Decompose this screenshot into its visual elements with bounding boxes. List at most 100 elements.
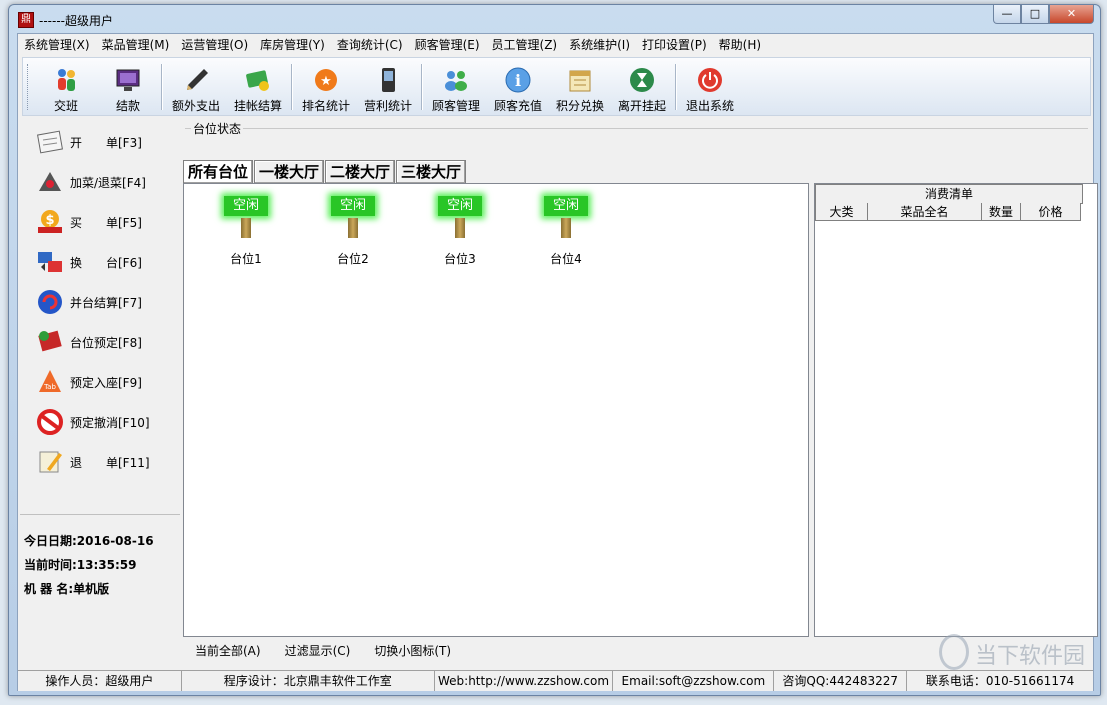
col-category[interactable]: 大类 <box>815 203 868 221</box>
add-remove-dish-button[interactable]: 加菜/退菜[F4] <box>20 162 180 202</box>
today-date: 今日日期:2016-08-16 <box>24 534 154 548</box>
reserve-table-button[interactable]: 台位预定[F8] <box>20 322 180 362</box>
tab-second-floor[interactable]: 二楼大厅 <box>325 160 396 183</box>
app-window: 鼎 ------超级用户 — □ ✕ 系统管理(X) 菜品管理(M) 运营管理(… <box>8 4 1101 696</box>
title-bar[interactable]: 鼎 ------超级用户 — □ ✕ <box>9 5 1100 33</box>
close-button[interactable]: ✕ <box>1049 5 1094 24</box>
side-item-label: 开 单[F3] <box>70 135 142 150</box>
status-web: Web:http://www.zzshow.com <box>435 671 614 691</box>
menu-warehouse[interactable]: 库房管理(Y) <box>254 34 331 56</box>
table-label: 台位1 <box>230 252 262 266</box>
tab-first-floor[interactable]: 一楼大厅 <box>254 160 325 183</box>
menu-dishes[interactable]: 菜品管理(M) <box>96 34 176 56</box>
side-item-label: 换 台[F6] <box>70 255 142 270</box>
toolbar-label: 结款 <box>115 98 140 113</box>
col-price[interactable]: 价格 <box>1021 203 1081 221</box>
toolbar-label: 顾客管理 <box>431 98 480 113</box>
menu-customers[interactable]: 顾客管理(E) <box>409 34 486 56</box>
merge-settle-button[interactable]: 并台结算[F7] <box>20 282 180 322</box>
people-icon <box>52 66 80 94</box>
customer-management-button[interactable]: 顾客管理 <box>425 60 487 114</box>
table-tile-2[interactable]: 空闲 台位2 <box>313 192 393 268</box>
profit-stats-button[interactable]: 营利统计 <box>357 60 419 114</box>
card-icon <box>244 66 272 94</box>
bill-header: 大类 菜品全名 数量 价格 <box>815 203 1081 221</box>
tab-all-tables[interactable]: 所有台位 <box>183 160 254 183</box>
table-tile-3[interactable]: 空闲 台位3 <box>420 192 500 268</box>
pyramid-icon <box>34 166 66 198</box>
toolbar-label: 离开挂起 <box>617 98 666 113</box>
side-item-label: 加菜/退菜[F4] <box>70 175 146 190</box>
col-dish-name[interactable]: 菜品全名 <box>868 203 982 221</box>
toolbar-label: 排名统计 <box>301 98 350 113</box>
credit-settle-button[interactable]: 挂帐结算 <box>227 60 289 114</box>
status-qq: 咨询QQ:442483227 <box>774 671 908 691</box>
extra-expense-button[interactable]: 额外支出 <box>165 60 227 114</box>
tab-third-floor[interactable]: 三楼大厅 <box>396 160 467 183</box>
main-area: 台位状态 所有台位 一楼大厅 二楼大厅 三楼大厅 空闲 台位1 空闲 台位2 空… <box>183 116 1098 688</box>
pda-icon <box>374 66 402 94</box>
side-item-label: 预定入座[F9] <box>70 375 142 390</box>
points-redeem-button[interactable]: 积分兑换 <box>549 60 611 114</box>
menu-operations[interactable]: 运营管理(O) <box>175 34 254 56</box>
status-bar: 操作人员：超级用户 程序设计：北京鼎丰软件工作室 Web:http://www.… <box>18 670 1093 691</box>
side-item-label: 并台结算[F7] <box>70 295 142 310</box>
status-sign: 空闲 <box>438 196 482 216</box>
toggle-small-icons-button[interactable]: 切换小图标(T) <box>362 642 463 659</box>
info-panel: 今日日期:2016-08-16 当前时间:13:35:59 机 器 名:单机版 <box>20 514 180 633</box>
table-tile-4[interactable]: 空闲 台位4 <box>526 192 606 268</box>
menu-staff[interactable]: 员工管理(Z) <box>486 34 564 56</box>
book-icon <box>34 326 66 358</box>
away-suspend-button[interactable]: 离开挂起 <box>611 60 673 114</box>
side-item-label: 退 单[F11] <box>70 455 150 470</box>
toolbar-label: 积分兑换 <box>555 98 604 113</box>
bill-title: 消费清单 <box>815 184 1083 204</box>
minimize-button[interactable]: — <box>993 5 1021 24</box>
side-item-label: 台位预定[F8] <box>70 335 142 350</box>
menu-print[interactable]: 打印设置(P) <box>636 34 713 56</box>
toolbar-label: 额外支出 <box>171 98 220 113</box>
toolbar-label: 挂帐结算 <box>233 98 282 113</box>
menu-help[interactable]: 帮助(H) <box>713 34 767 56</box>
side-menu: 开 单[F3] 加菜/退菜[F4] $ 买 单[F5] 换 台[F6] 并台结算… <box>20 122 180 510</box>
settle-payment-button[interactable]: 结款 <box>97 60 159 114</box>
app-logo-icon: 鼎 <box>18 12 34 28</box>
refresh-icon <box>34 286 66 318</box>
status-designer: 程序设计：北京鼎丰软件工作室 <box>182 671 435 691</box>
menu-query[interactable]: 查询统计(C) <box>331 34 409 56</box>
watermark: 当下软件园 <box>939 632 1089 672</box>
menu-system[interactable]: 系统管理(X) <box>18 34 96 56</box>
toolbar-label: 顾客充值 <box>493 98 542 113</box>
svg-text:★: ★ <box>320 74 332 89</box>
change-table-button[interactable]: 换 台[F6] <box>20 242 180 282</box>
customer-topup-button[interactable]: i 顾客充值 <box>487 60 549 114</box>
paper-icon <box>34 126 66 158</box>
status-operator: 操作人员：超级用户 <box>18 671 182 691</box>
svg-text:Tab: Tab <box>43 383 56 391</box>
toolbar-grip[interactable] <box>27 63 31 110</box>
cancel-reservation-button[interactable]: 预定撤消[F10] <box>20 402 180 442</box>
toolbar-label: 交班 <box>53 98 78 113</box>
info-icon: i <box>504 66 532 94</box>
watermark-logo-icon <box>939 634 969 670</box>
ranking-icon: ★ <box>312 66 340 94</box>
open-order-button[interactable]: 开 单[F3] <box>20 122 180 162</box>
show-all-button[interactable]: 当前全部(A) <box>183 642 273 659</box>
reserved-seating-button[interactable]: Tab 预定入座[F9] <box>20 362 180 402</box>
group-title: 台位状态 <box>191 120 244 137</box>
return-order-button[interactable]: 退 单[F11] <box>20 442 180 482</box>
machine-name: 机 器 名:单机版 <box>24 582 110 596</box>
shift-handover-button[interactable]: 交班 <box>35 60 97 114</box>
table-tile-1[interactable]: 空闲 台位1 <box>206 192 286 268</box>
toolbar-label: 营利统计 <box>363 98 412 113</box>
checkout-button[interactable]: $ 买 单[F5] <box>20 202 180 242</box>
menu-maintenance[interactable]: 系统维护(I) <box>563 34 636 56</box>
current-time: 当前时间:13:35:59 <box>24 558 137 572</box>
ranking-stats-button[interactable]: ★ 排名统计 <box>295 60 357 114</box>
exit-system-button[interactable]: 退出系统 <box>679 60 741 114</box>
filter-display-button[interactable]: 过滤显示(C) <box>273 642 363 659</box>
maximize-button[interactable]: □ <box>1021 5 1049 24</box>
cancel-icon <box>34 406 66 438</box>
col-quantity[interactable]: 数量 <box>982 203 1021 221</box>
toolbar: 交班 结款 额外支出 挂帐结算 ★ 排名统计 营利统计 顾客管理 i 顾客充值 … <box>22 57 1091 116</box>
